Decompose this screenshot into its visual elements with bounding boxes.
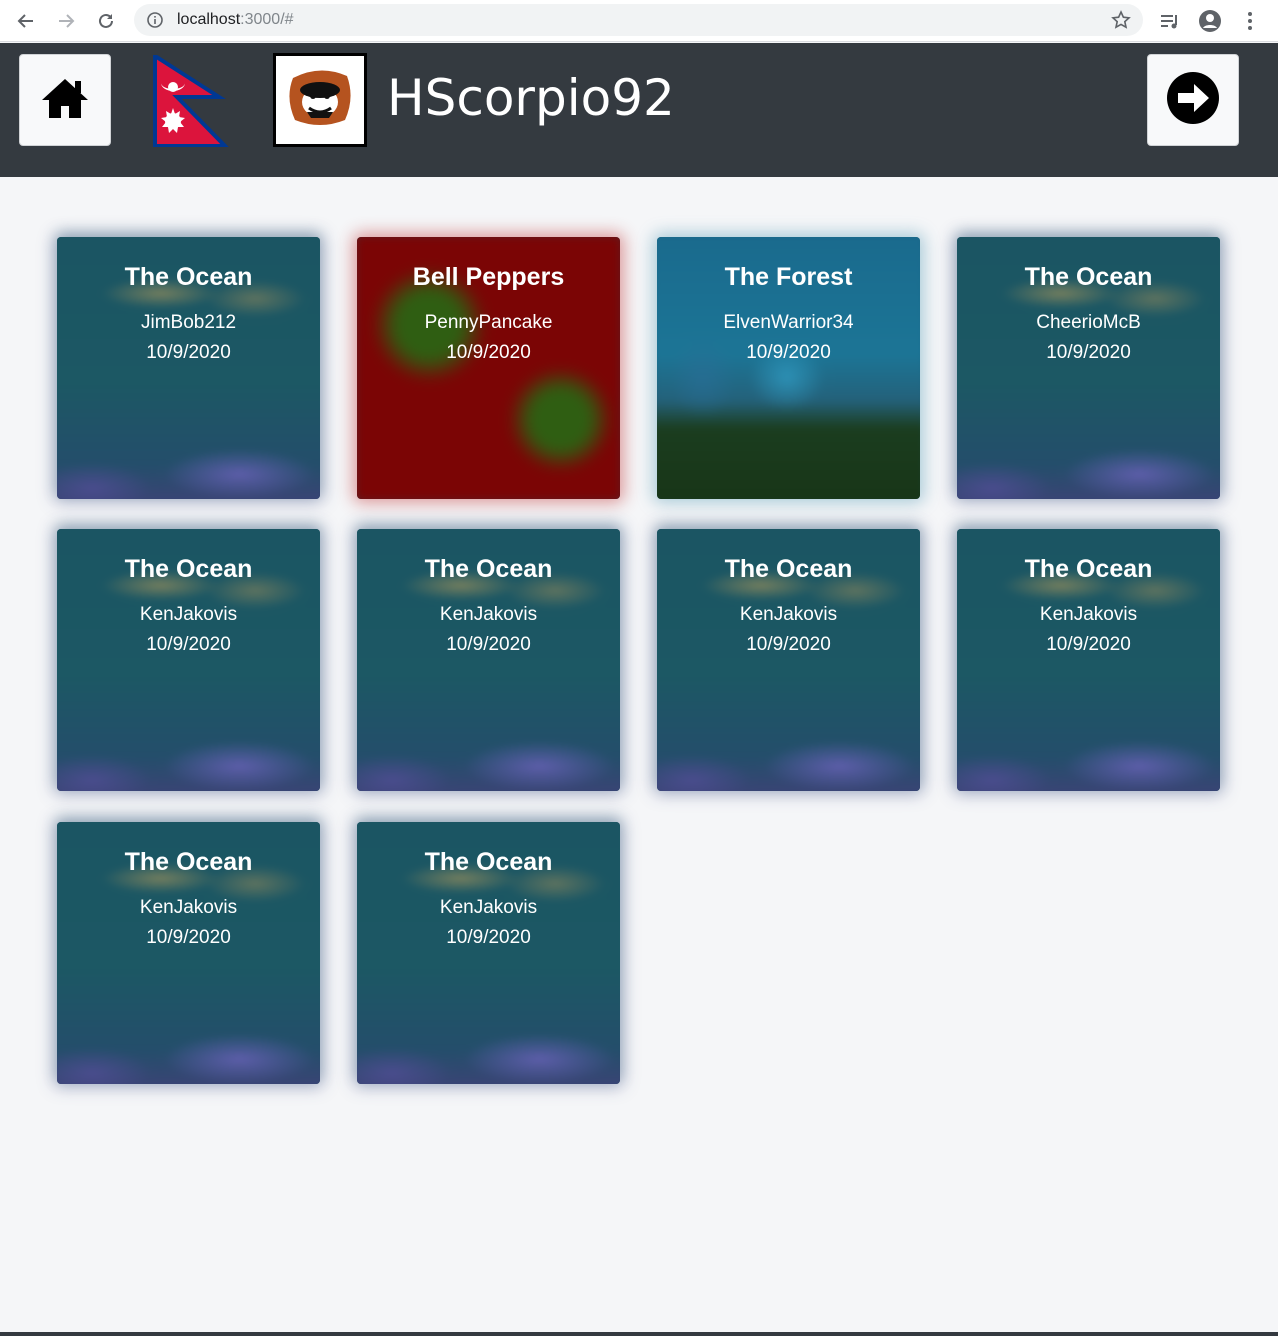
gallery-card[interactable]: The Ocean KenJakovis 10/9/2020 [357, 822, 620, 1084]
gallery-card[interactable]: The Ocean KenJakovis 10/9/2020 [357, 529, 620, 791]
card-title: The Ocean [124, 263, 253, 291]
app-header: HScorpio92 [0, 43, 1278, 177]
card-date: 10/9/2020 [146, 927, 231, 948]
card-title: The Ocean [424, 555, 553, 583]
card-author: KenJakovis [439, 604, 538, 625]
card-date: 10/9/2020 [1046, 634, 1131, 655]
forward-icon[interactable] [52, 7, 80, 35]
gallery-card[interactable]: The Ocean KenJakovis 10/9/2020 [657, 529, 920, 791]
card-author: PennyPancake [424, 312, 553, 333]
card-title: The Ocean [124, 848, 253, 876]
profile-icon[interactable] [1196, 7, 1224, 35]
address-bar[interactable]: localhost:3000/# [134, 4, 1143, 36]
card-date: 10/9/2020 [1046, 342, 1131, 363]
bottom-border [0, 1332, 1278, 1336]
card-title: Bell Peppers [412, 263, 565, 291]
card-author: KenJakovis [1039, 604, 1138, 625]
browser-toolbar: localhost:3000/# [0, 0, 1278, 42]
gallery-card[interactable]: The Ocean KenJakovis 10/9/2020 [57, 529, 320, 791]
card-author: KenJakovis [739, 604, 838, 625]
menu-dots-icon[interactable] [1236, 7, 1264, 35]
nepal-flag-icon [153, 52, 230, 148]
back-icon[interactable] [12, 7, 40, 35]
card-title: The Ocean [1024, 555, 1153, 583]
url-path: :3000/# [240, 11, 294, 28]
card-date: 10/9/2020 [446, 927, 531, 948]
card-author: ElvenWarrior34 [723, 312, 854, 333]
card-title: The Ocean [724, 555, 853, 583]
avatar[interactable] [273, 53, 367, 147]
card-date: 10/9/2020 [746, 342, 831, 363]
card-author: KenJakovis [139, 897, 238, 918]
card-author: CheerioMcB [1036, 312, 1141, 333]
card-title: The Ocean [424, 848, 553, 876]
url-host: localhost [177, 11, 241, 28]
home-button[interactable] [19, 54, 111, 146]
info-icon[interactable] [146, 11, 164, 34]
home-icon [40, 76, 90, 125]
gallery-card[interactable]: The Forest ElvenWarrior34 10/9/2020 [657, 237, 920, 499]
gallery-card[interactable]: The Ocean JimBob212 10/9/2020 [57, 237, 320, 499]
monkey-avatar-icon [285, 68, 355, 133]
card-author: KenJakovis [439, 897, 538, 918]
gallery-card[interactable]: The Ocean KenJakovis 10/9/2020 [957, 529, 1220, 791]
card-date: 10/9/2020 [446, 634, 531, 655]
card-author: JimBob212 [140, 312, 237, 333]
card-title: The Ocean [124, 555, 253, 583]
gallery-card[interactable]: The Ocean KenJakovis 10/9/2020 [57, 822, 320, 1084]
url-text: localhost:3000/# [177, 11, 294, 29]
card-date: 10/9/2020 [446, 342, 531, 363]
card-date: 10/9/2020 [746, 634, 831, 655]
card-date: 10/9/2020 [146, 342, 231, 363]
page-title: HScorpio92 [387, 69, 675, 127]
gallery-card[interactable]: Bell Peppers PennyPancake 10/9/2020 [357, 237, 620, 499]
card-date: 10/9/2020 [146, 634, 231, 655]
media-control-icon[interactable] [1156, 7, 1184, 35]
arrow-right-circle-icon [1166, 71, 1220, 130]
card-title: The Ocean [1024, 263, 1153, 291]
card-author: KenJakovis [139, 604, 238, 625]
bookmark-star-icon[interactable] [1111, 10, 1131, 35]
card-title: The Forest [724, 263, 853, 291]
gallery-card[interactable]: The Ocean CheerioMcB 10/9/2020 [957, 237, 1220, 499]
reload-icon[interactable] [92, 7, 120, 35]
next-button[interactable] [1147, 54, 1239, 146]
